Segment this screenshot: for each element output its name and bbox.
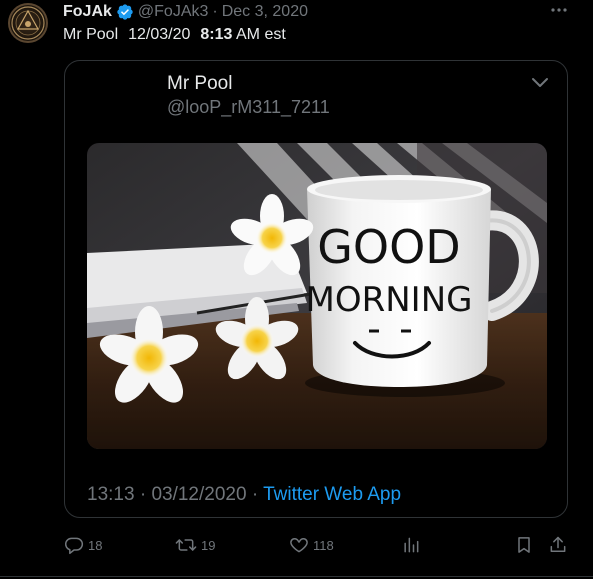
views-icon (404, 537, 419, 553)
tweet-header: FoJAk @FoJAk3 · Dec 3, 2020 (63, 2, 308, 22)
bookmark-button[interactable] (514, 532, 534, 558)
retweet-count: 19 (201, 537, 216, 553)
like-count: 118 (313, 537, 334, 553)
retweet-icon (175, 539, 197, 551)
quoted-source-link[interactable]: Twitter Web App (263, 484, 401, 505)
tweet-text-time: 8:13 (200, 26, 233, 43)
quoted-tweet[interactable]: Mr Pool @looP_rM311_7211 GOOD MORNING 13… (64, 60, 568, 518)
bookmark-icon (518, 537, 530, 553)
tweet-date[interactable]: Dec 3, 2020 (222, 3, 308, 21)
chevron-down-icon[interactable] (529, 75, 551, 91)
views-button[interactable] (401, 532, 421, 558)
divider (0, 576, 593, 577)
mug-text-line2: MORNING (306, 280, 473, 320)
tweet-text-suffix: AM est (236, 26, 286, 43)
more-icon (551, 8, 567, 12)
more-button[interactable] (546, 0, 572, 24)
quoted-handle[interactable]: @looP_rM311_7211 (167, 97, 330, 118)
retweet-button[interactable]: 19 (175, 532, 215, 558)
separator-dot: · (139, 484, 147, 505)
like-icon (290, 538, 308, 553)
quoted-time[interactable]: 13:13 (87, 484, 135, 505)
like-button[interactable]: 118 (289, 532, 334, 558)
share-button[interactable] (548, 532, 568, 558)
good-morning-mug-photo: GOOD MORNING (87, 143, 547, 449)
reply-icon (64, 537, 84, 555)
reply-count: 18 (88, 537, 103, 553)
tweet-text: Mr Pool 12/03/20 8:13 AM est (63, 26, 286, 44)
reply-button[interactable]: 18 (64, 532, 102, 558)
avatar[interactable] (8, 3, 48, 43)
author-display-name[interactable]: FoJAk (63, 3, 112, 21)
author-handle[interactable]: @FoJAk3 (138, 3, 208, 21)
quoted-photo[interactable]: GOOD MORNING (87, 143, 547, 449)
share-icon (550, 536, 566, 552)
quoted-meta: 13:13 · 03/12/2020 · Twitter Web App (87, 484, 401, 506)
quoted-display-name[interactable]: Mr Pool (167, 73, 232, 95)
action-bar: 18 19 118 (0, 532, 593, 558)
tweet-text-date: 12/03/20 (128, 26, 191, 43)
verified-badge-icon (117, 4, 133, 20)
separator-dot: · (212, 3, 218, 20)
tweet-text-name: Mr Pool (63, 26, 119, 43)
quoted-date[interactable]: 03/12/2020 (151, 484, 246, 505)
avatar-emblem (11, 6, 45, 40)
tweet: FoJAk @FoJAk3 · Dec 3, 2020 Mr Pool 12/03… (0, 0, 593, 579)
separator-dot: · (251, 484, 259, 505)
mug-text-line1: GOOD (317, 220, 460, 274)
